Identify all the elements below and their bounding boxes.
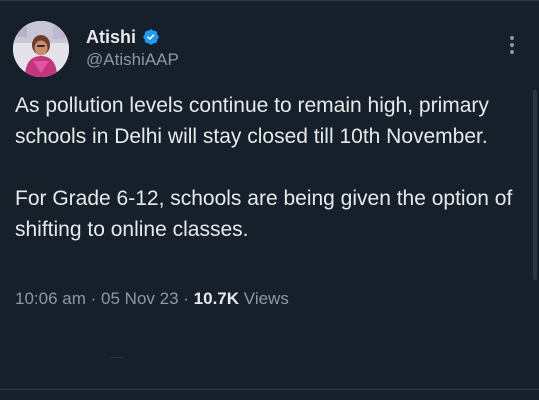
author-handle[interactable]: @AtishiAAP <box>86 50 179 70</box>
divider-mark <box>110 357 124 358</box>
profile-photo <box>13 21 69 77</box>
more-options-button[interactable] <box>502 31 522 59</box>
more-vertical-icon-dot <box>510 43 514 47</box>
views-label: Views <box>243 289 289 308</box>
display-name[interactable]: Atishi <box>86 27 136 47</box>
more-vertical-icon-dot <box>510 50 514 54</box>
meta-separator: · <box>183 289 189 308</box>
views-count[interactable]: 10.7K <box>194 289 239 308</box>
tweet-text: As pollution levels continue to remain h… <box>15 90 530 245</box>
top-divider <box>0 0 539 1</box>
tweet-paragraph: For Grade 6-12, schools are being given … <box>15 187 513 241</box>
more-vertical-icon <box>510 36 514 40</box>
scrollbar[interactable] <box>533 90 537 280</box>
tweet-card: Atishi @AtishiAAP As pollution levels co… <box>0 0 539 400</box>
author-name-row[interactable]: Atishi <box>86 27 160 47</box>
meta-separator: · <box>90 289 97 308</box>
bottom-divider <box>0 389 539 390</box>
tweet-time[interactable]: 10:06 am <box>15 289 86 308</box>
tweet-paragraph: As pollution levels continue to remain h… <box>15 94 489 148</box>
tweet-date[interactable]: 05 Nov 23 <box>101 289 179 308</box>
avatar[interactable] <box>13 21 69 77</box>
tweet-meta: 10:06 am · 05 Nov 23 · 10.7K Views <box>15 287 289 311</box>
verified-badge-icon <box>143 29 159 45</box>
